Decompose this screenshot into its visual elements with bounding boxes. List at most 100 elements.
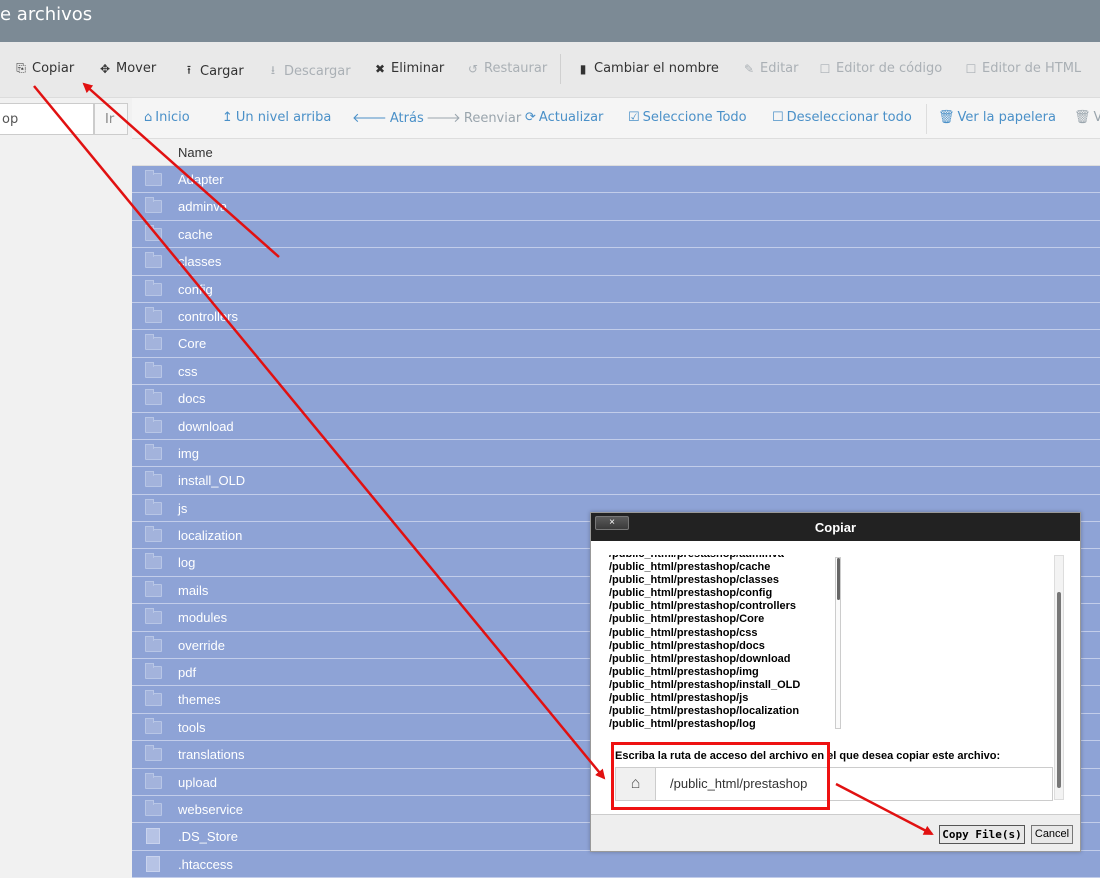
path-item: /public_html/prestashop/Core: [609, 613, 765, 626]
html-editor-button[interactable]: ☐ Editor de HTML: [964, 61, 1082, 76]
file-icon: ▮: [579, 61, 587, 76]
rename-button[interactable]: ▮ Cambiar el nombre: [576, 61, 719, 76]
file-name[interactable]: config: [178, 282, 213, 297]
path-item: /public_html/prestashop/cache: [609, 561, 771, 574]
view-trash-link[interactable]: 🗑 Ver la papelera: [938, 110, 1056, 125]
table-row[interactable]: classes: [132, 248, 1100, 276]
restore-label: Restaurar: [484, 61, 548, 76]
deselect-all-link[interactable]: ☐ Deseleccionar todo: [772, 110, 912, 125]
table-row[interactable]: adminva: [132, 193, 1100, 221]
table-row[interactable]: img: [132, 439, 1100, 468]
file-name[interactable]: modules: [178, 610, 227, 625]
file-name[interactable]: cache: [178, 227, 213, 242]
table-row[interactable]: Core: [132, 330, 1100, 358]
path-item: /public_html/prestashop/install_OLD: [609, 678, 801, 691]
rename-label: Cambiar el nombre: [594, 61, 719, 76]
file-name[interactable]: adminva: [178, 199, 227, 214]
html-editor-label: Editor de HTML: [982, 61, 1082, 76]
copy-files-button[interactable]: Copy File(s): [939, 825, 1025, 844]
page-title: e archivos: [0, 4, 93, 25]
path-item: /public_html/prestashop/log: [609, 718, 756, 730]
table-row[interactable]: install_OLD: [132, 467, 1100, 495]
column-header-name[interactable]: Name: [132, 138, 1100, 166]
path-item: /public_html/prestashop/img: [609, 665, 759, 678]
table-row[interactable]: Adapter: [132, 166, 1100, 194]
file-name[interactable]: download: [178, 419, 234, 434]
file-name[interactable]: localization: [178, 528, 242, 543]
file-name[interactable]: js: [178, 501, 187, 516]
folder-icon: [145, 799, 162, 816]
move-button[interactable]: ✥ Mover: [98, 61, 156, 76]
file-name[interactable]: themes: [178, 692, 221, 707]
file-name[interactable]: mails: [178, 583, 208, 598]
dialog-title: Copiar: [591, 513, 1080, 541]
path-input[interactable]: op: [0, 103, 94, 135]
table-row[interactable]: .htaccess: [132, 850, 1100, 878]
forward-link[interactable]: 🡒 Reenviar: [426, 110, 521, 127]
select-all-label: Seleccione Todo: [642, 110, 747, 125]
table-row[interactable]: cache: [132, 220, 1100, 249]
select-all-link[interactable]: ☑ Seleccione Todo: [628, 110, 747, 125]
delete-button[interactable]: ✖ Eliminar: [373, 61, 444, 76]
file-name[interactable]: .htaccess: [178, 857, 233, 872]
folder-icon: [145, 197, 162, 214]
file-name[interactable]: translations: [178, 747, 244, 762]
file-name[interactable]: img: [178, 446, 199, 461]
highlight-box: [611, 742, 830, 810]
copy-label: Copiar: [32, 61, 75, 76]
file-name[interactable]: tools: [178, 720, 205, 735]
dialog-scrollbar[interactable]: [1054, 555, 1064, 800]
file-name[interactable]: override: [178, 638, 225, 653]
selected-paths-list: /public_html/prestashop/adminva/public_h…: [609, 555, 845, 730]
file-name[interactable]: Adapter: [178, 172, 224, 187]
restore-button[interactable]: ↺ Restaurar: [466, 61, 547, 76]
home-link[interactable]: ⌂ Inicio: [144, 110, 190, 125]
table-row[interactable]: css: [132, 357, 1100, 386]
folder-icon: [145, 252, 162, 269]
path-item: /public_html/prestashop/localization: [609, 705, 800, 718]
refresh-icon: ⟳: [525, 110, 536, 125]
folder-icon: [145, 608, 162, 625]
back-link[interactable]: 🡐 Atrás: [352, 110, 424, 127]
file-name[interactable]: classes: [178, 254, 221, 269]
download-button[interactable]: ⭳ Descargar: [266, 61, 351, 82]
empty-trash-link[interactable]: 🗑 V: [1074, 110, 1100, 125]
folder-icon: [145, 224, 162, 241]
delete-label: Eliminar: [391, 61, 445, 76]
upload-button[interactable]: ⭱ Cargar: [182, 61, 244, 82]
upload-label: Cargar: [200, 64, 244, 79]
file-name[interactable]: upload: [178, 775, 217, 790]
file-name[interactable]: .DS_Store: [178, 829, 238, 844]
file-name[interactable]: log: [178, 555, 195, 570]
paths-scrollbar-thumb[interactable]: [837, 558, 840, 600]
folder-icon: [145, 170, 162, 186]
dialog-scrollbar-thumb[interactable]: [1057, 592, 1061, 788]
file-name[interactable]: controllers: [178, 309, 238, 324]
close-icon[interactable]: ×: [595, 516, 629, 530]
file-name[interactable]: install_OLD: [178, 473, 245, 488]
navigation-bar: ⌂ Inicio ↥ Un nivel arriba 🡐 Atrás 🡒 Ree…: [132, 98, 1100, 138]
table-row[interactable]: controllers: [132, 302, 1100, 331]
refresh-link[interactable]: ⟳ Actualizar: [525, 110, 603, 125]
cancel-button[interactable]: Cancel: [1031, 825, 1073, 844]
copy-button[interactable]: ⎘ Copiar: [14, 61, 74, 76]
file-name[interactable]: Core: [178, 336, 206, 351]
upload-icon: ⭱: [186, 63, 192, 77]
edit-label: Editar: [760, 61, 799, 76]
file-name[interactable]: webservice: [178, 802, 243, 817]
file-icon: [146, 828, 160, 845]
paths-scrollbar[interactable]: [835, 557, 841, 729]
folder-icon: [145, 361, 162, 378]
restore-icon: ↺: [467, 61, 479, 76]
table-row[interactable]: config: [132, 275, 1100, 303]
table-row[interactable]: download: [132, 412, 1100, 440]
code-editor-button[interactable]: ☐ Editor de código: [818, 61, 943, 76]
go-button[interactable]: Ir: [94, 103, 128, 135]
table-row[interactable]: docs: [132, 385, 1100, 413]
edit-button[interactable]: ✎ Editar: [742, 61, 799, 76]
up-one-level-link[interactable]: ↥ Un nivel arriba: [222, 110, 331, 125]
arrow-right-icon: 🡒: [426, 111, 461, 126]
file-name[interactable]: docs: [178, 391, 205, 406]
file-name[interactable]: css: [178, 364, 198, 379]
file-name[interactable]: pdf: [178, 665, 196, 680]
